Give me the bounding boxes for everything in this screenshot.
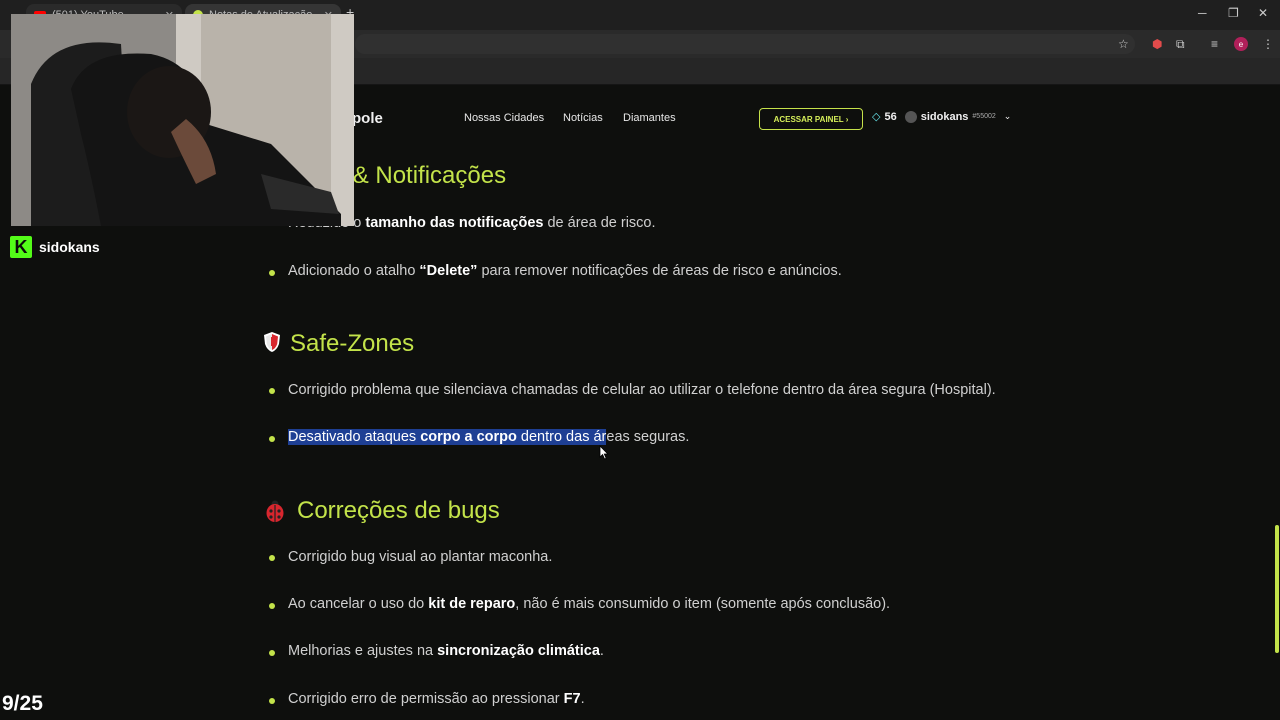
restore-button[interactable]: ❐ xyxy=(1228,6,1239,20)
list-bullet xyxy=(269,650,275,656)
access-panel-button[interactable]: ACESSAR PAINEL › xyxy=(759,108,863,130)
media-queue-icon[interactable]: ≡ xyxy=(1211,37,1218,51)
list-item: Corrigido erro de permissão ao pressiona… xyxy=(288,691,585,707)
list-bullet xyxy=(269,270,275,276)
kebab-menu-icon[interactable]: ⋮ xyxy=(1262,37,1274,51)
webcam-overlay xyxy=(11,14,354,226)
list-bullet xyxy=(269,436,275,442)
user-avatar xyxy=(904,110,917,123)
close-window-button[interactable]: ✕ xyxy=(1258,6,1268,20)
section-title-bugs: Correções de bugs xyxy=(297,497,500,524)
list-bullet xyxy=(269,388,275,394)
nav-nossas-cidades[interactable]: Nossas Cidades xyxy=(464,112,544,124)
extensions-puzzle-icon[interactable]: ⧉ xyxy=(1176,37,1185,52)
scrollbar-thumb[interactable] xyxy=(1275,525,1279,653)
list-item: Ao cancelar o uso do kit de reparo, não … xyxy=(288,596,891,612)
section-title-safe-zones: Safe-Zones xyxy=(290,330,415,357)
kick-logo-icon: K xyxy=(10,236,32,258)
list-item: Corrigido bug visual ao plantar maconha. xyxy=(288,549,553,565)
address-bar[interactable] xyxy=(355,34,1135,54)
nav-noticias[interactable]: Notícias xyxy=(563,112,603,124)
star-bookmark-icon[interactable]: ☆ xyxy=(1118,37,1129,51)
profile-avatar[interactable]: e xyxy=(1234,37,1248,51)
username: sidokans xyxy=(920,110,969,123)
user-menu[interactable]: ◇ 56 sidokans #55002 ⌄ xyxy=(872,110,1011,123)
list-bullet xyxy=(269,555,275,561)
diamond-count: 56 xyxy=(884,110,897,123)
streamer-badge: K sidokans xyxy=(10,236,100,258)
ladybug-icon xyxy=(263,498,287,524)
user-tag: #55002 xyxy=(972,113,996,120)
list-item: Corrigido problema que silenciava chamad… xyxy=(288,382,996,398)
streamer-name: sidokans xyxy=(39,239,100,255)
nav-diamantes[interactable]: Diamantes xyxy=(623,112,676,124)
site-logo[interactable]: pole xyxy=(352,110,383,127)
extension-shield-icon[interactable]: ⬢ xyxy=(1152,37,1162,51)
list-item: Melhorias e ajustes na sincronização cli… xyxy=(288,643,604,659)
list-bullet xyxy=(269,603,275,609)
shield-icon xyxy=(262,330,282,354)
list-item: Desativado ataques corpo a corpo dentro … xyxy=(288,429,690,445)
list-item: Adicionado o atalho “Delete” para remove… xyxy=(288,263,842,279)
chevron-down-icon: ⌄ xyxy=(1003,111,1012,121)
minimize-button[interactable]: ─ xyxy=(1198,6,1207,20)
overlay-counter: 9/25 xyxy=(2,692,43,715)
diamond-icon: ◇ xyxy=(872,111,881,123)
list-bullet xyxy=(269,698,275,704)
mouse-cursor-icon xyxy=(599,445,609,465)
text-selection: Desativado ataques corpo a corpo dentro … xyxy=(288,429,607,445)
